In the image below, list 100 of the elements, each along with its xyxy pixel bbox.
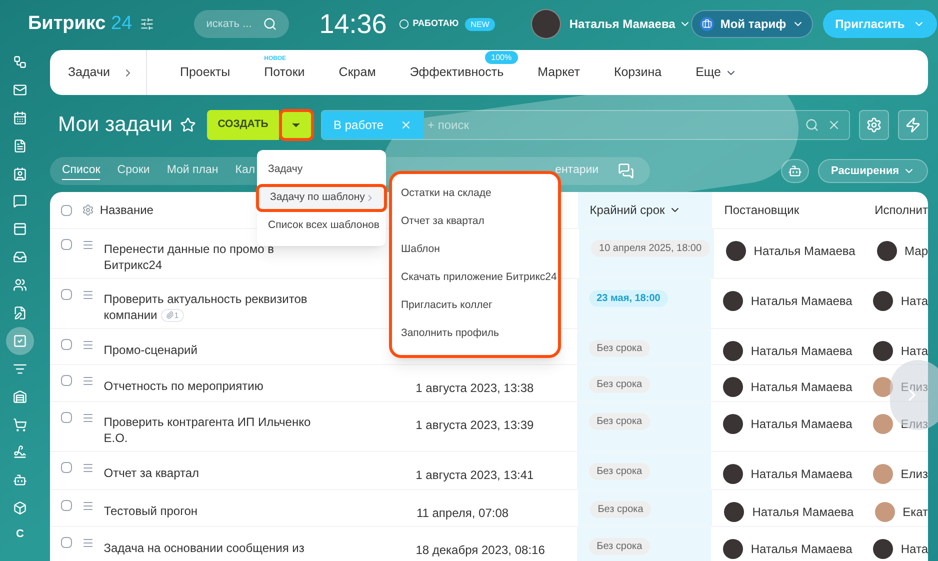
nav-link[interactable]: Маркет xyxy=(538,63,580,82)
menu-item[interactable]: Заполнить профиль xyxy=(392,326,558,354)
contact-card-icon xyxy=(13,166,27,181)
settings-button[interactable] xyxy=(859,110,890,140)
deadline-badge[interactable]: Без срока xyxy=(588,413,650,430)
clock-time: 14:36 xyxy=(319,8,387,41)
avatar xyxy=(872,539,893,559)
task-title[interactable]: Задача на основании сообщения из xyxy=(104,540,319,556)
work-status[interactable]: РАБОТАЮ xyxy=(412,17,459,31)
menu-item[interactable]: Пригласить коллег xyxy=(392,298,558,326)
avatar xyxy=(876,241,897,261)
deadline-badge[interactable]: Без срока xyxy=(590,501,652,518)
drag-handle-icon[interactable] xyxy=(82,500,94,512)
lightning-button[interactable] xyxy=(898,110,928,140)
search-icon[interactable] xyxy=(805,118,820,132)
checkbox[interactable] xyxy=(61,500,72,511)
user-avatar[interactable] xyxy=(531,9,562,39)
create-dropdown-button[interactable] xyxy=(278,109,314,141)
person-name[interactable]: Наталья Мамаева xyxy=(754,241,856,261)
checkbox[interactable] xyxy=(61,339,72,350)
nav-link[interactable]: Скрам xyxy=(338,63,376,82)
menu-item[interactable]: Скачать приложение Битрикс24 xyxy=(392,270,558,298)
robot-button[interactable] xyxy=(781,159,809,183)
person-name[interactable]: Наталья Мамаева xyxy=(750,291,852,311)
person-name[interactable]: Екат xyxy=(902,502,928,522)
task-title[interactable]: Тестовый прогон xyxy=(104,503,319,519)
user-name[interactable]: Наталья Мамаева xyxy=(569,15,676,33)
deadline-badge[interactable]: Без срока xyxy=(588,340,650,357)
person-name[interactable]: Ната xyxy=(900,539,928,559)
drag-handle-icon[interactable] xyxy=(82,289,94,301)
menu-item[interactable]: Остатки на складе xyxy=(392,186,558,214)
deadline-badge[interactable]: Без срока xyxy=(588,538,650,555)
logo[interactable]: Битрикс 24 xyxy=(28,10,132,38)
checkbox[interactable] xyxy=(61,537,72,548)
menu-item[interactable]: Задачу по шаблону xyxy=(256,184,387,212)
drag-handle-icon[interactable] xyxy=(82,339,94,351)
nav-link[interactable]: Эффективность xyxy=(410,63,504,82)
menu-item[interactable]: Шаблон xyxy=(392,242,558,270)
nav-link[interactable]: Корзина xyxy=(614,63,662,82)
column-header[interactable]: Исполнит xyxy=(866,201,928,219)
remove-icon[interactable] xyxy=(400,119,412,131)
settings-icon[interactable] xyxy=(82,204,94,216)
activity-date: 11 апреля, 07:08 xyxy=(416,506,509,520)
deadline-badge[interactable]: Без срока xyxy=(588,463,650,480)
menu-item[interactable]: Отчет за квартал xyxy=(392,214,558,242)
sliders-icon[interactable] xyxy=(140,17,154,31)
create-button[interactable]: СОЗДАТЬ xyxy=(207,110,279,140)
task-title[interactable]: Перенести данные по промо в Битрикс24 xyxy=(104,241,319,273)
person-name[interactable]: Наталья Мамаева xyxy=(750,414,852,434)
sidebar-item[interactable] xyxy=(10,330,30,351)
nav-link[interactable]: Потоки xyxy=(264,63,305,82)
person-name[interactable]: Наталья Мамаева xyxy=(750,341,852,361)
menu-item[interactable]: Задачу xyxy=(257,156,386,184)
task-title[interactable]: Промо-сценарий xyxy=(104,342,319,358)
checkbox[interactable] xyxy=(61,462,72,473)
person-name[interactable]: Наталья Мамаева xyxy=(752,502,854,522)
person-name[interactable]: Наталья Мамаева xyxy=(750,377,852,397)
checked-task-icon xyxy=(13,334,27,348)
users-icon xyxy=(13,278,27,292)
avatar xyxy=(722,414,743,434)
drag-handle-icon[interactable] xyxy=(82,412,94,424)
cart-icon xyxy=(13,418,27,432)
checkbox[interactable] xyxy=(61,239,72,250)
drag-handle-icon[interactable] xyxy=(82,462,94,474)
person-name[interactable]: Мар xyxy=(904,241,928,261)
checkbox[interactable] xyxy=(61,289,72,300)
deadline-badge[interactable]: Без срока xyxy=(588,376,650,393)
percent-badge: 100% xyxy=(485,51,518,64)
checkbox[interactable] xyxy=(61,375,72,386)
task-title[interactable]: Проверить контрагента ИП Ильченко Е.О. xyxy=(104,414,319,446)
column-header[interactable]: Постановщик xyxy=(712,201,867,219)
person-name[interactable]: Ната xyxy=(900,341,928,361)
checkbox[interactable] xyxy=(61,412,72,423)
scroll-right-button[interactable] xyxy=(890,360,938,430)
drag-handle-icon[interactable] xyxy=(82,375,94,387)
task-title[interactable]: Отчетность по мероприятию xyxy=(104,378,319,394)
task-title[interactable]: Отчет за квартал xyxy=(104,465,319,481)
drag-handle-icon[interactable] xyxy=(82,239,94,251)
checkbox[interactable] xyxy=(61,204,72,216)
task-title[interactable]: Проверить актуальность реквизитов компании 1 xyxy=(104,291,319,323)
comments-icon[interactable] xyxy=(618,163,634,179)
nav-link[interactable]: Еще xyxy=(696,63,721,82)
nav-link[interactable]: Задачи xyxy=(68,63,110,82)
person-name[interactable]: Ната xyxy=(900,291,928,311)
avatar xyxy=(724,502,744,522)
person-name[interactable]: Наталья Мамаева xyxy=(750,539,852,559)
tariff-button[interactable]: Мой тариф xyxy=(691,10,814,38)
drag-handle-icon[interactable] xyxy=(82,537,94,549)
page-title: Мои задачи xyxy=(58,112,172,138)
status-icon xyxy=(398,19,409,29)
deadline-badge[interactable]: 10 апреля 2025, 18:00 xyxy=(591,240,710,257)
person-name[interactable]: Наталья Мамаева xyxy=(750,464,852,484)
signature-icon xyxy=(13,445,27,460)
nav-link[interactable]: Проекты xyxy=(180,63,230,82)
menu-item[interactable]: Список всех шаблонов xyxy=(257,212,386,240)
mail-icon xyxy=(13,82,27,97)
star-icon[interactable] xyxy=(180,117,196,133)
avatar xyxy=(872,377,893,397)
person-name[interactable]: Елиз xyxy=(900,464,928,484)
robot-icon xyxy=(788,164,802,178)
